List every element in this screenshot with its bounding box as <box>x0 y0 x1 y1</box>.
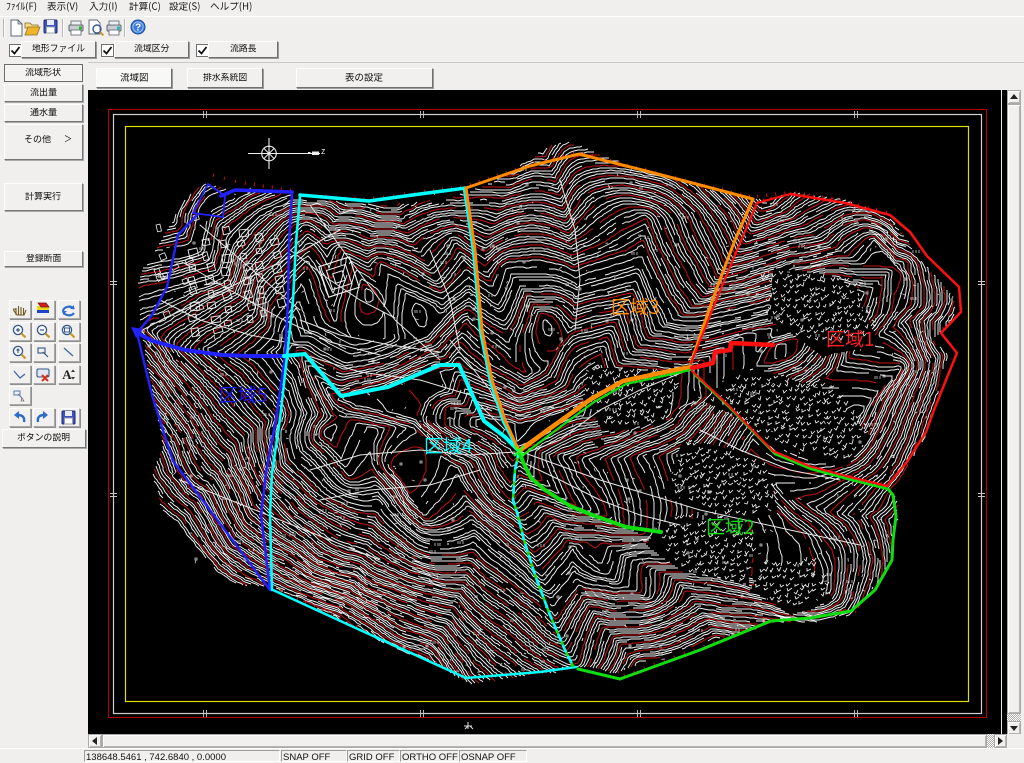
svg-text:?: ? <box>135 23 141 34</box>
svg-text:A: A <box>62 367 72 382</box>
